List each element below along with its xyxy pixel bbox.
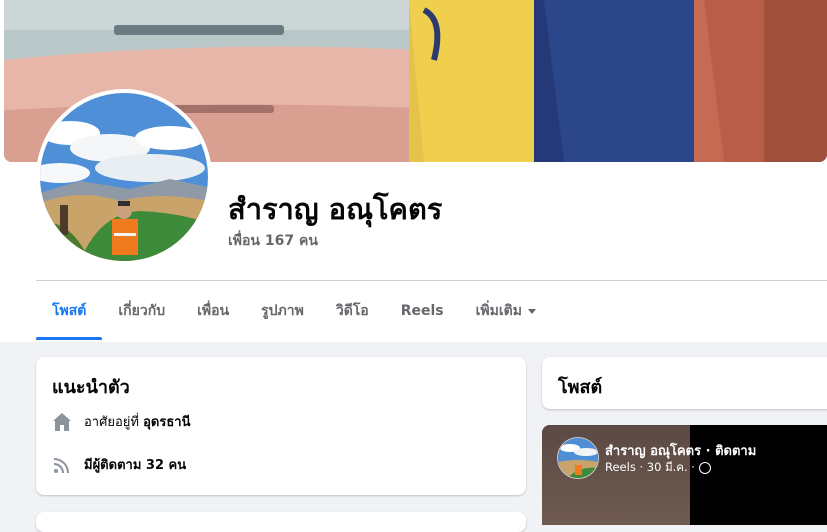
rss-icon — [52, 455, 72, 475]
profile-header: สำราญ อณุโคตร เพื่อน 167 คน โพสต์ เกี่ยว… — [0, 0, 827, 342]
posts-title: โพสต์ — [558, 377, 603, 398]
tab-about[interactable]: เกี่ยวกับ — [102, 282, 181, 340]
reel-author-avatar[interactable] — [557, 437, 599, 479]
header-divider — [36, 280, 827, 281]
tab-photos[interactable]: รูปภาพ — [245, 282, 320, 340]
chevron-down-icon — [527, 308, 536, 314]
profile-name: สำราญ อณุโคตร — [228, 192, 443, 226]
profile-avatar[interactable] — [36, 89, 212, 265]
lives-in-place[interactable]: อุดรธานี — [143, 411, 190, 432]
reel-meta-text: Reels · 30 มี.ค. · — [605, 460, 695, 474]
lives-in-row: อาศัยอยู่ที่ อุดรธานี — [52, 411, 190, 432]
intro-title: แนะนำตัว — [52, 377, 130, 398]
friends-count[interactable]: เพื่อน 167 คน — [228, 230, 318, 252]
tab-posts[interactable]: โพสต์ — [36, 282, 103, 340]
followers-count[interactable]: มีผู้ติดตาม 32 คน — [84, 454, 186, 475]
tab-friends-label: เพื่อน — [197, 303, 230, 319]
lives-in-prefix: อาศัยอยู่ที่ — [84, 415, 139, 430]
posts-header-card: โพสต์ — [542, 357, 827, 409]
tab-videos-label: วิดีโอ — [335, 303, 369, 319]
followers-row: มีผู้ติดตาม 32 คน — [52, 454, 186, 475]
tab-more-label: เพิ่มเติม — [475, 303, 522, 319]
next-card — [36, 512, 526, 532]
tab-videos[interactable]: วิดีโอ — [320, 282, 385, 340]
intro-card: แนะนำตัว อาศัยอยู่ที่ อุดรธานี มีผู้ติดต… — [36, 357, 526, 495]
tab-posts-label: โพสต์ — [52, 303, 87, 319]
tab-friends[interactable]: เพื่อน — [181, 282, 245, 340]
tab-more[interactable]: เพิ่มเติม — [460, 282, 552, 340]
reel-author-line[interactable]: สำราญ อณุโคตร · ติดตาม — [605, 440, 756, 461]
globe-icon — [698, 462, 711, 474]
profile-tabs: โพสต์ เกี่ยวกับ เพื่อน รูปภาพ วิดีโอ Ree… — [36, 282, 552, 340]
tab-reels-label: Reels — [400, 303, 444, 319]
home-icon — [52, 412, 72, 432]
reel-meta: Reels · 30 มี.ค. · — [605, 459, 711, 477]
tab-about-label: เกี่ยวกับ — [118, 303, 166, 319]
avatar-photo — [40, 93, 208, 261]
tab-photos-label: รูปภาพ — [261, 303, 304, 319]
tab-reels[interactable]: Reels — [385, 282, 460, 340]
reel-post[interactable]: สำราญ อณุโคตร · ติดตาม Reels · 30 มี.ค. … — [542, 425, 827, 525]
